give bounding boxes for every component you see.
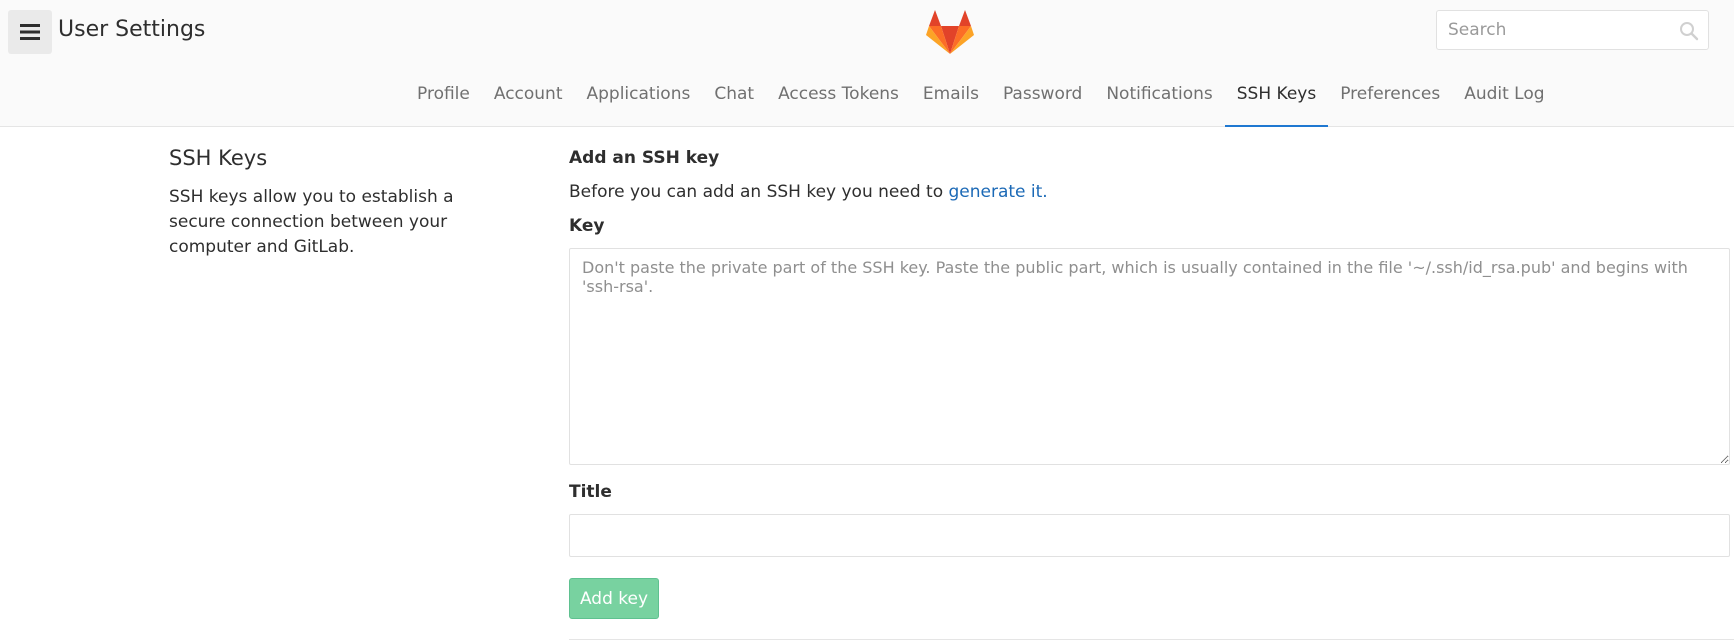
search-icon[interactable]: [1679, 21, 1699, 41]
tab-profile[interactable]: Profile: [405, 64, 482, 126]
form-heading: Add an SSH key: [569, 148, 720, 168]
hamburger-icon: [20, 24, 40, 40]
top-header: User Settings ProfileAccountApplications…: [0, 0, 1734, 127]
section-description: SSH keys allow you to establish a secure…: [169, 187, 454, 257]
tab-audit-log[interactable]: Audit Log: [1452, 64, 1556, 126]
menu-button[interactable]: [8, 10, 52, 54]
tab-access-tokens[interactable]: Access Tokens: [766, 64, 911, 126]
tab-password[interactable]: Password: [991, 64, 1094, 126]
title-label: Title: [569, 482, 612, 502]
generate-key-link[interactable]: generate it.: [949, 182, 1048, 202]
divider: [569, 639, 1734, 640]
title-input[interactable]: [569, 514, 1730, 557]
gitlab-logo-icon[interactable]: [926, 10, 974, 54]
tab-notifications[interactable]: Notifications: [1094, 64, 1224, 126]
settings-tabs: Profile Account Applications Chat Access Tok…: [405, 64, 1557, 127]
tab-ssh-keys[interactable]: SSH Keys: [1224, 64, 1329, 127]
intro-text: Before you can add an SSH key you need t…: [569, 182, 949, 202]
key-textarea[interactable]: [569, 248, 1730, 465]
tab-preferences[interactable]: Preferences: [1328, 64, 1452, 126]
search-box: [1436, 10, 1709, 50]
add-key-button[interactable]: Add key: [569, 578, 659, 619]
page-title: User Settings: [58, 17, 206, 42]
tab-emails[interactable]: Emails: [911, 64, 991, 126]
section-title: SSH Keys: [169, 146, 268, 170]
search-input[interactable]: [1437, 11, 1678, 49]
key-label: Key: [569, 216, 605, 236]
tab-account[interactable]: Account: [482, 64, 575, 126]
tab-chat[interactable]: Chat: [702, 64, 766, 126]
form-intro: Before you can add an SSH key you need t…: [569, 182, 1048, 202]
tab-applications[interactable]: Applications: [575, 64, 703, 126]
